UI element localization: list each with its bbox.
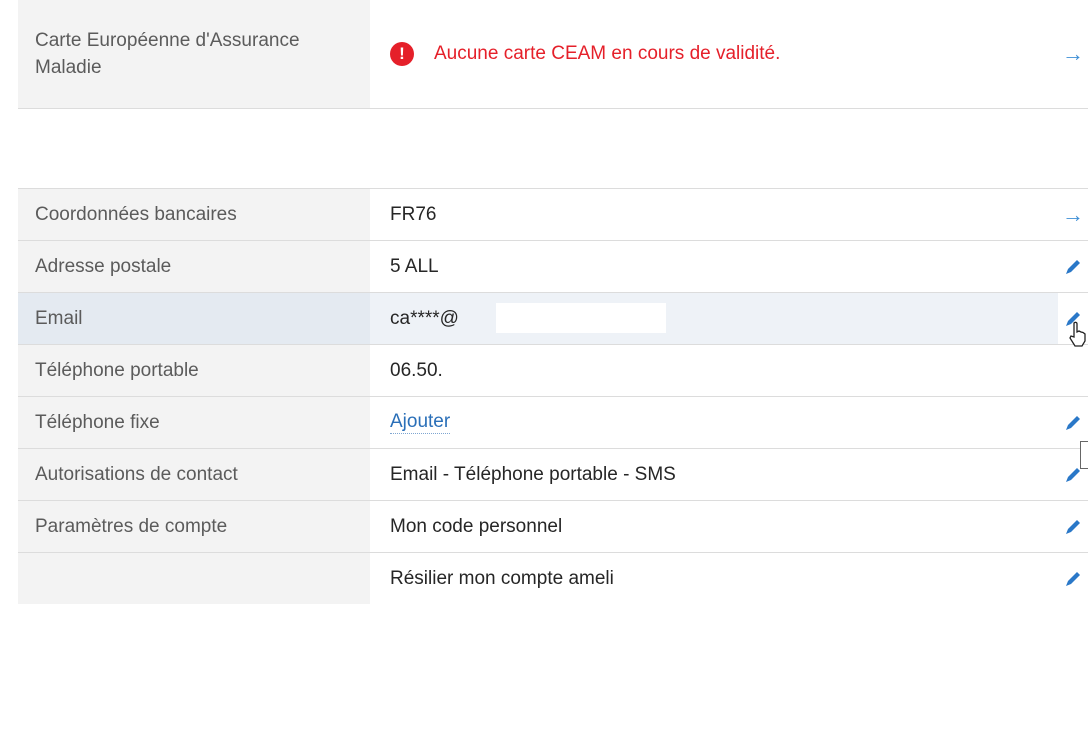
row-value: Mon code personnel	[390, 515, 563, 537]
row-telephone-portable[interactable]: Téléphone portable 06.50.	[18, 345, 1088, 469]
pencil-icon	[1066, 571, 1080, 586]
row-value: Résilier mon compte ameli	[390, 567, 614, 589]
alert-icon: !	[390, 42, 414, 66]
pencil-icon	[1066, 415, 1080, 430]
row-label: Téléphone fixe	[18, 397, 370, 448]
redaction-mask	[496, 303, 666, 333]
row-coordonnees-bancaires[interactable]: Coordonnées bancaires FR76 →	[18, 189, 1088, 241]
ceam-status: ! Aucune carte CEAM en cours de validité…	[370, 0, 1058, 108]
row-value: ca****@	[390, 307, 459, 329]
ceam-label: Carte Européenne d'Assurance Maladie	[18, 0, 370, 108]
add-landline-link[interactable]: Ajouter	[390, 411, 451, 434]
row-email[interactable]: Email ca****@	[18, 293, 1088, 347]
row-label: Paramètres de compte	[18, 501, 370, 552]
ceam-message: Aucune carte CEAM en cours de validité.	[434, 43, 781, 64]
row-label: Autorisations de contact	[18, 449, 370, 500]
row-label: Téléphone portable	[18, 345, 370, 396]
close-account-button[interactable]	[1058, 553, 1088, 604]
edit-email-button[interactable]	[1058, 293, 1088, 347]
row-value-cell: Ajouter	[370, 397, 1058, 448]
edit-address-button[interactable]	[1058, 241, 1088, 292]
row-resilier-compte[interactable]: Résilier mon compte ameli	[18, 553, 1088, 604]
ceam-section: Carte Européenne d'Assurance Maladie ! A…	[18, 0, 1088, 109]
arrow-right-icon: →	[1062, 41, 1084, 66]
row-adresse-postale[interactable]: Adresse postale 5 ALL	[18, 241, 1088, 293]
arrow-right-icon: →	[1062, 201, 1084, 227]
row-telephone-fixe[interactable]: Téléphone fixe Ajouter	[18, 397, 1088, 449]
row-label: Email	[18, 293, 370, 344]
email-value-cell: ca****@	[370, 293, 1058, 344]
pencil-icon	[1066, 519, 1080, 534]
bank-details-arrow-button[interactable]: →	[1058, 189, 1088, 240]
ceam-arrow-button[interactable]: →	[1058, 0, 1088, 108]
row-value: FR76	[390, 203, 437, 225]
row-autorisations-contact[interactable]: Autorisations de contact Email - Télépho…	[18, 449, 1088, 501]
row-parametres-compte[interactable]: Paramètres de compte Mon code personnel	[18, 501, 1088, 553]
pencil-icon	[1066, 259, 1080, 274]
edit-personal-code-button[interactable]	[1058, 501, 1088, 552]
edit-mobile-button[interactable]	[1058, 345, 1088, 469]
row-label: Coordonnées bancaires	[18, 189, 370, 240]
row-value: Email - Téléphone portable - SMS	[390, 463, 676, 485]
hand-cursor-icon	[1069, 321, 1086, 347]
ceam-row[interactable]: Carte Européenne d'Assurance Maladie ! A…	[18, 0, 1088, 108]
account-info-table: Coordonnées bancaires FR76 → Adresse pos…	[18, 188, 1088, 604]
tooltip	[1080, 441, 1088, 469]
row-label: Adresse postale	[18, 241, 370, 292]
row-label	[18, 553, 370, 604]
row-value: 5 ALL	[390, 255, 439, 277]
row-value: 06.50.	[390, 359, 443, 381]
